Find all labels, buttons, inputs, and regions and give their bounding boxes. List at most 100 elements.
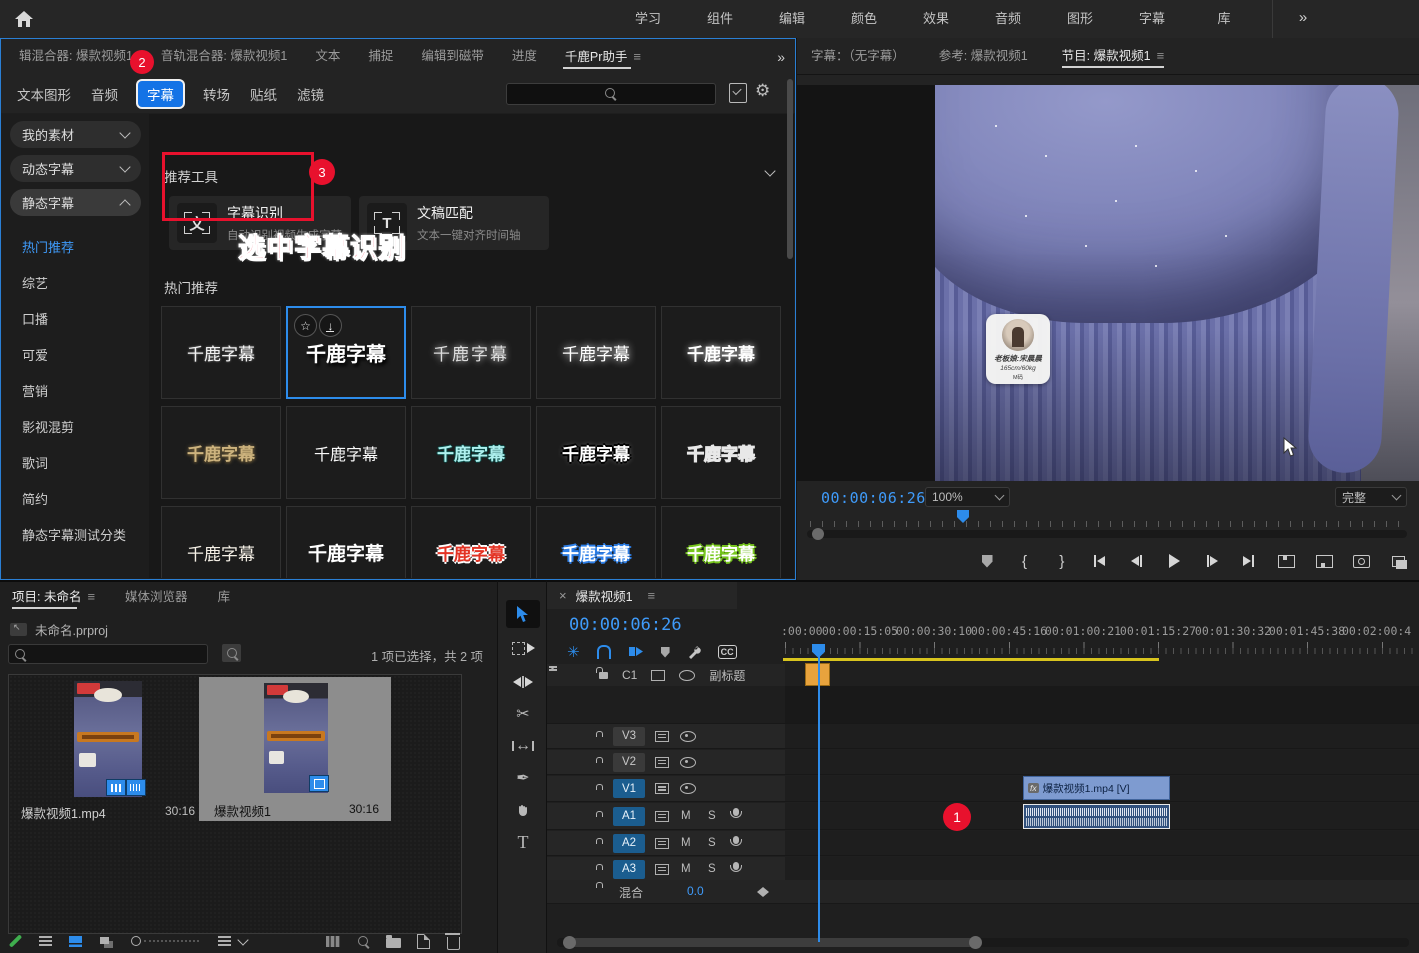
project-writable-icon[interactable] xyxy=(0,929,30,953)
video-clip-icon[interactable] xyxy=(106,779,126,796)
step-back-button[interactable] xyxy=(1125,549,1149,573)
go-to-out-button[interactable] xyxy=(1237,549,1261,573)
sidebar-item-marketing[interactable]: 营销 xyxy=(2,374,149,410)
sidebar-item-film-remix[interactable]: 影视混剪 xyxy=(2,410,149,446)
step-forward-button[interactable] xyxy=(1200,549,1224,573)
tab-text[interactable]: 文本 xyxy=(301,39,354,74)
playback-resolution-dropdown[interactable]: 完整 xyxy=(1335,487,1407,507)
sidebar-item-lyrics[interactable]: 歌词 xyxy=(2,446,149,482)
tab-overflow-icon[interactable]: » xyxy=(777,49,785,65)
menu-item-learn[interactable]: 学习 xyxy=(612,0,684,38)
program-timecode[interactable]: 00:00:06:26 xyxy=(821,489,926,507)
subtitle-style-card[interactable]: 千鹿字幕 xyxy=(411,306,531,399)
tab-libraries[interactable]: 库 xyxy=(218,582,231,612)
sidebar-item-variety[interactable]: 综艺 xyxy=(2,266,149,302)
subtitle-style-card[interactable]: 千鹿字幕 xyxy=(411,406,531,499)
subtitle-style-card[interactable]: 千鹿字幕 xyxy=(536,506,656,578)
thumbnail-zoom-slider[interactable] xyxy=(120,929,210,953)
panel-menu-icon[interactable]: ≡ xyxy=(633,49,641,64)
scrollbar-handle[interactable] xyxy=(812,528,824,540)
solo-button[interactable]: S xyxy=(708,863,716,875)
audio-waveform-icon[interactable] xyxy=(126,779,146,796)
icon-view-button[interactable] xyxy=(60,929,90,953)
solo-button[interactable]: S xyxy=(708,837,716,849)
razor-tool[interactable]: ✂ xyxy=(506,700,540,728)
mark-out-button[interactable]: } xyxy=(1050,549,1074,573)
close-icon[interactable]: × xyxy=(559,588,567,603)
menu-item-editing[interactable]: 编辑 xyxy=(756,0,828,38)
tab-edit-to-tape[interactable]: 编辑到磁带 xyxy=(407,39,498,74)
voiceover-mic-icon[interactable] xyxy=(733,836,739,844)
lift-button[interactable] xyxy=(1275,549,1299,573)
comparison-view-button[interactable] xyxy=(1387,549,1411,573)
panel-menu-icon[interactable]: ≡ xyxy=(1157,48,1165,63)
list-view-button[interactable] xyxy=(30,929,60,953)
selection-tool[interactable] xyxy=(506,600,540,628)
play-button[interactable] xyxy=(1162,549,1186,573)
sort-icons-button[interactable] xyxy=(210,929,254,953)
zoom-handle-left[interactable] xyxy=(563,936,576,949)
subtitle-style-card[interactable]: 千鹿字幕 xyxy=(661,506,781,578)
track-select-forward-tool[interactable] xyxy=(506,634,540,662)
sidebar-group-my-assets[interactable]: 我的素材 xyxy=(10,121,141,148)
menu-item-effects[interactable]: 效果 xyxy=(900,0,972,38)
mute-button[interactable]: M xyxy=(681,863,691,875)
project-search-input[interactable] xyxy=(9,645,207,663)
timeline-settings-wrench-icon[interactable] xyxy=(687,645,701,659)
tab-captions-none[interactable]: 字幕：（无字幕） xyxy=(811,38,905,74)
timeline-timecode[interactable]: 00:00:06:26 xyxy=(569,615,682,635)
track-badge-targeted[interactable]: A2 xyxy=(613,834,645,853)
mute-button[interactable]: M xyxy=(681,810,691,822)
voiceover-mic-icon[interactable] xyxy=(733,862,739,870)
captions-cc-icon[interactable]: CC xyxy=(718,645,737,659)
sequence-icon[interactable] xyxy=(309,775,329,792)
sync-lock-icon[interactable] xyxy=(655,757,669,768)
sequence-tab[interactable]: × 爆款视频1 ≡ xyxy=(547,582,737,609)
timeline-ruler[interactable]: :00:00 00:00:15:05 00:00:30:10 00:00:45:… xyxy=(785,622,1419,658)
tab-audio-clip-mixer[interactable]: 辑混合器: 爆款视频1 xyxy=(5,39,147,74)
add-marker-button[interactable] xyxy=(975,549,999,573)
panel-menu-icon[interactable]: ≡ xyxy=(648,588,656,603)
track-badge[interactable]: V2 xyxy=(613,753,645,772)
subtitle-style-card[interactable]: 千鹿字幕 xyxy=(536,406,656,499)
menu-item-captions[interactable]: 字幕 xyxy=(1116,0,1188,38)
subtitle-style-card[interactable]: 千鹿字幕 xyxy=(161,306,281,399)
scrollbar-thumb[interactable] xyxy=(567,938,975,947)
monitor-scrollbar[interactable] xyxy=(807,530,1407,538)
subtitle-style-card[interactable]: 千鹿字幕 xyxy=(161,406,281,499)
track-output-eye-icon[interactable] xyxy=(680,783,696,794)
mark-in-button[interactable]: { xyxy=(1012,549,1036,573)
subtitle-style-card-selected[interactable]: ☆ ↓ 千鹿字幕 xyxy=(286,306,406,399)
master-gain-value[interactable]: 0.0 xyxy=(687,884,704,898)
tab-project[interactable]: 项目: 未命名≡ xyxy=(12,582,95,612)
sidebar-item-talking[interactable]: 口播 xyxy=(2,302,149,338)
ripple-edit-tool[interactable] xyxy=(506,668,540,696)
tab-program-monitor[interactable]: 节目: 爆款视频1≡ xyxy=(1062,38,1165,74)
sync-lock-icon[interactable] xyxy=(655,731,669,742)
menu-item-color[interactable]: 颜色 xyxy=(828,0,900,38)
tab-qianlu-assistant[interactable]: 千鹿Pr助手≡ xyxy=(551,39,655,74)
linked-selection-icon[interactable] xyxy=(628,645,644,659)
slip-tool[interactable]: ↔ xyxy=(506,732,540,760)
menu-item-graphics[interactable]: 图形 xyxy=(1044,0,1116,38)
sidebar-item-cute[interactable]: 可爱 xyxy=(2,338,149,374)
project-search-box[interactable] xyxy=(8,644,208,664)
mute-button[interactable]: M xyxy=(681,837,691,849)
sync-lock-icon[interactable] xyxy=(655,864,669,875)
sync-lock-icon[interactable] xyxy=(651,670,665,681)
subtitle-style-card[interactable]: 千鹿字幕 xyxy=(286,506,406,578)
video-clip[interactable]: fx 爆款视频1.mp4 [V] xyxy=(1023,776,1170,800)
menu-item-audio[interactable]: 音频 xyxy=(972,0,1044,38)
automate-to-sequence-button[interactable] xyxy=(318,929,348,953)
tab-media-browser[interactable]: 媒体浏览器 xyxy=(125,582,188,612)
subtitle-style-card[interactable]: 千鹿字幕 xyxy=(286,406,406,499)
track-badge-targeted[interactable]: A3 xyxy=(613,860,645,879)
sidebar-item-minimal[interactable]: 简约 xyxy=(2,482,149,518)
sidebar-group-static-captions[interactable]: 静态字幕 xyxy=(10,189,141,216)
plugin-scrollbar[interactable] xyxy=(787,79,793,259)
zoom-handle-right[interactable] xyxy=(969,936,982,949)
sync-lock-icon[interactable] xyxy=(655,811,669,822)
tab-progress[interactable]: 进度 xyxy=(498,39,551,74)
download-icon[interactable]: ↓ xyxy=(319,314,342,337)
tab-capture[interactable]: 捕捉 xyxy=(354,39,407,74)
